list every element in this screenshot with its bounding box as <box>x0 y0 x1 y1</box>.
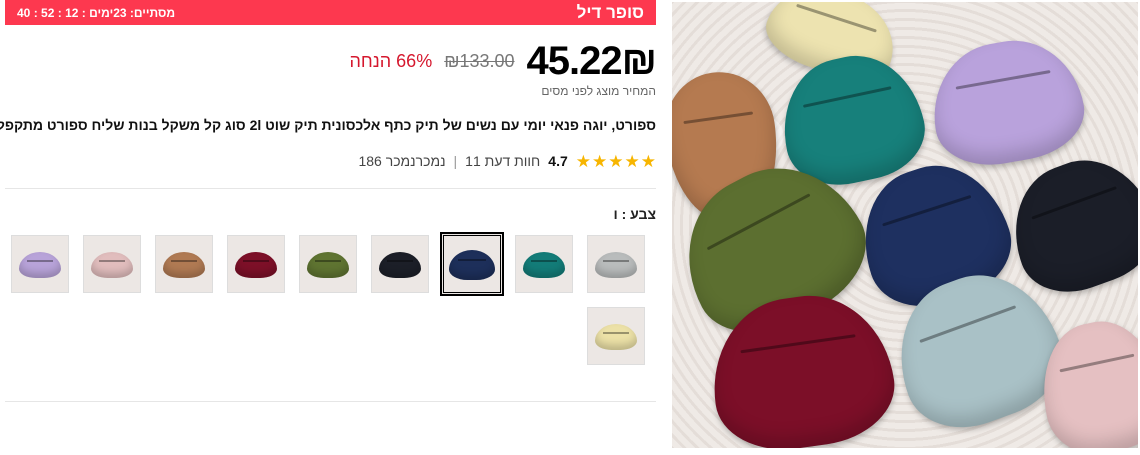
color-swatch-olive[interactable] <box>299 235 357 293</box>
separator: | <box>453 153 458 169</box>
product-main-image[interactable] <box>672 2 1138 448</box>
star-icon: ★ <box>575 151 591 171</box>
color-swatch-black[interactable] <box>371 235 429 293</box>
super-deal-title: סופר דיל <box>576 2 644 22</box>
color-swatch-tan[interactable] <box>155 235 213 293</box>
bag-thumbnail-icon <box>19 252 61 278</box>
bag-thumbnail-icon <box>379 252 421 278</box>
bag-lavender <box>922 29 1092 175</box>
bag-thumbnail-icon <box>307 252 349 278</box>
price-row: 45.22₪ ₪133.00 66% הנחה <box>16 38 658 83</box>
current-price: 45.22₪ <box>526 38 657 83</box>
star-icon: ★ <box>608 151 624 171</box>
star-icon: ★ <box>592 151 608 171</box>
rating-value: 4.7 <box>548 153 568 169</box>
color-swatch-teal[interactable] <box>515 235 573 293</box>
color-swatch-pink[interactable] <box>83 235 141 293</box>
bag-thumbnail-icon <box>163 252 205 278</box>
sold-count: 186 נמכרנמכר <box>358 153 446 169</box>
star-icon: ★ <box>624 151 640 171</box>
original-price: ₪133.00 <box>444 50 515 71</box>
discount-percent: 66% הנחה <box>349 50 433 71</box>
color-swatch-light-gray[interactable] <box>587 235 645 293</box>
bag-black <box>994 141 1138 308</box>
bag-thumbnail-icon <box>595 252 637 278</box>
star-icon: ★ <box>640 151 656 171</box>
color-label: צבע : ו <box>613 206 656 222</box>
bag-thumbnail-icon <box>449 250 495 280</box>
divider <box>5 188 656 189</box>
color-swatch-cream[interactable] <box>587 307 645 365</box>
price-tax-note: המחיר מוצג לפני מסים <box>541 84 656 98</box>
divider <box>5 401 656 402</box>
bag-thumbnail-icon <box>235 252 277 278</box>
review-count-link[interactable]: 11 חוות דעת <box>465 153 540 169</box>
bag-thumbnail-icon <box>91 252 133 278</box>
bag-thumbnail-icon <box>595 324 637 350</box>
super-deal-banner: מסתיים: 23ימים : 12 : 52 : 40 סופר דיל <box>5 0 656 25</box>
rating-stars: ★ ★ ★ ★ ★ <box>576 153 656 170</box>
deal-countdown-timer: מסתיים: 23ימים : 12 : 52 : 40 <box>17 5 176 20</box>
bag-thumbnail-icon <box>523 252 565 278</box>
rating-row[interactable]: ★ ★ ★ ★ ★ 4.7 11 חוות דעת | 186 נמכרנמכר <box>358 150 656 172</box>
color-swatch-burgundy[interactable] <box>227 235 285 293</box>
product-title: ספורט, יוגה פנאי יומי עם נשים של תיק כתף… <box>0 117 656 133</box>
color-swatch-navy[interactable] <box>440 232 504 296</box>
color-swatch-lavender[interactable] <box>11 235 69 293</box>
